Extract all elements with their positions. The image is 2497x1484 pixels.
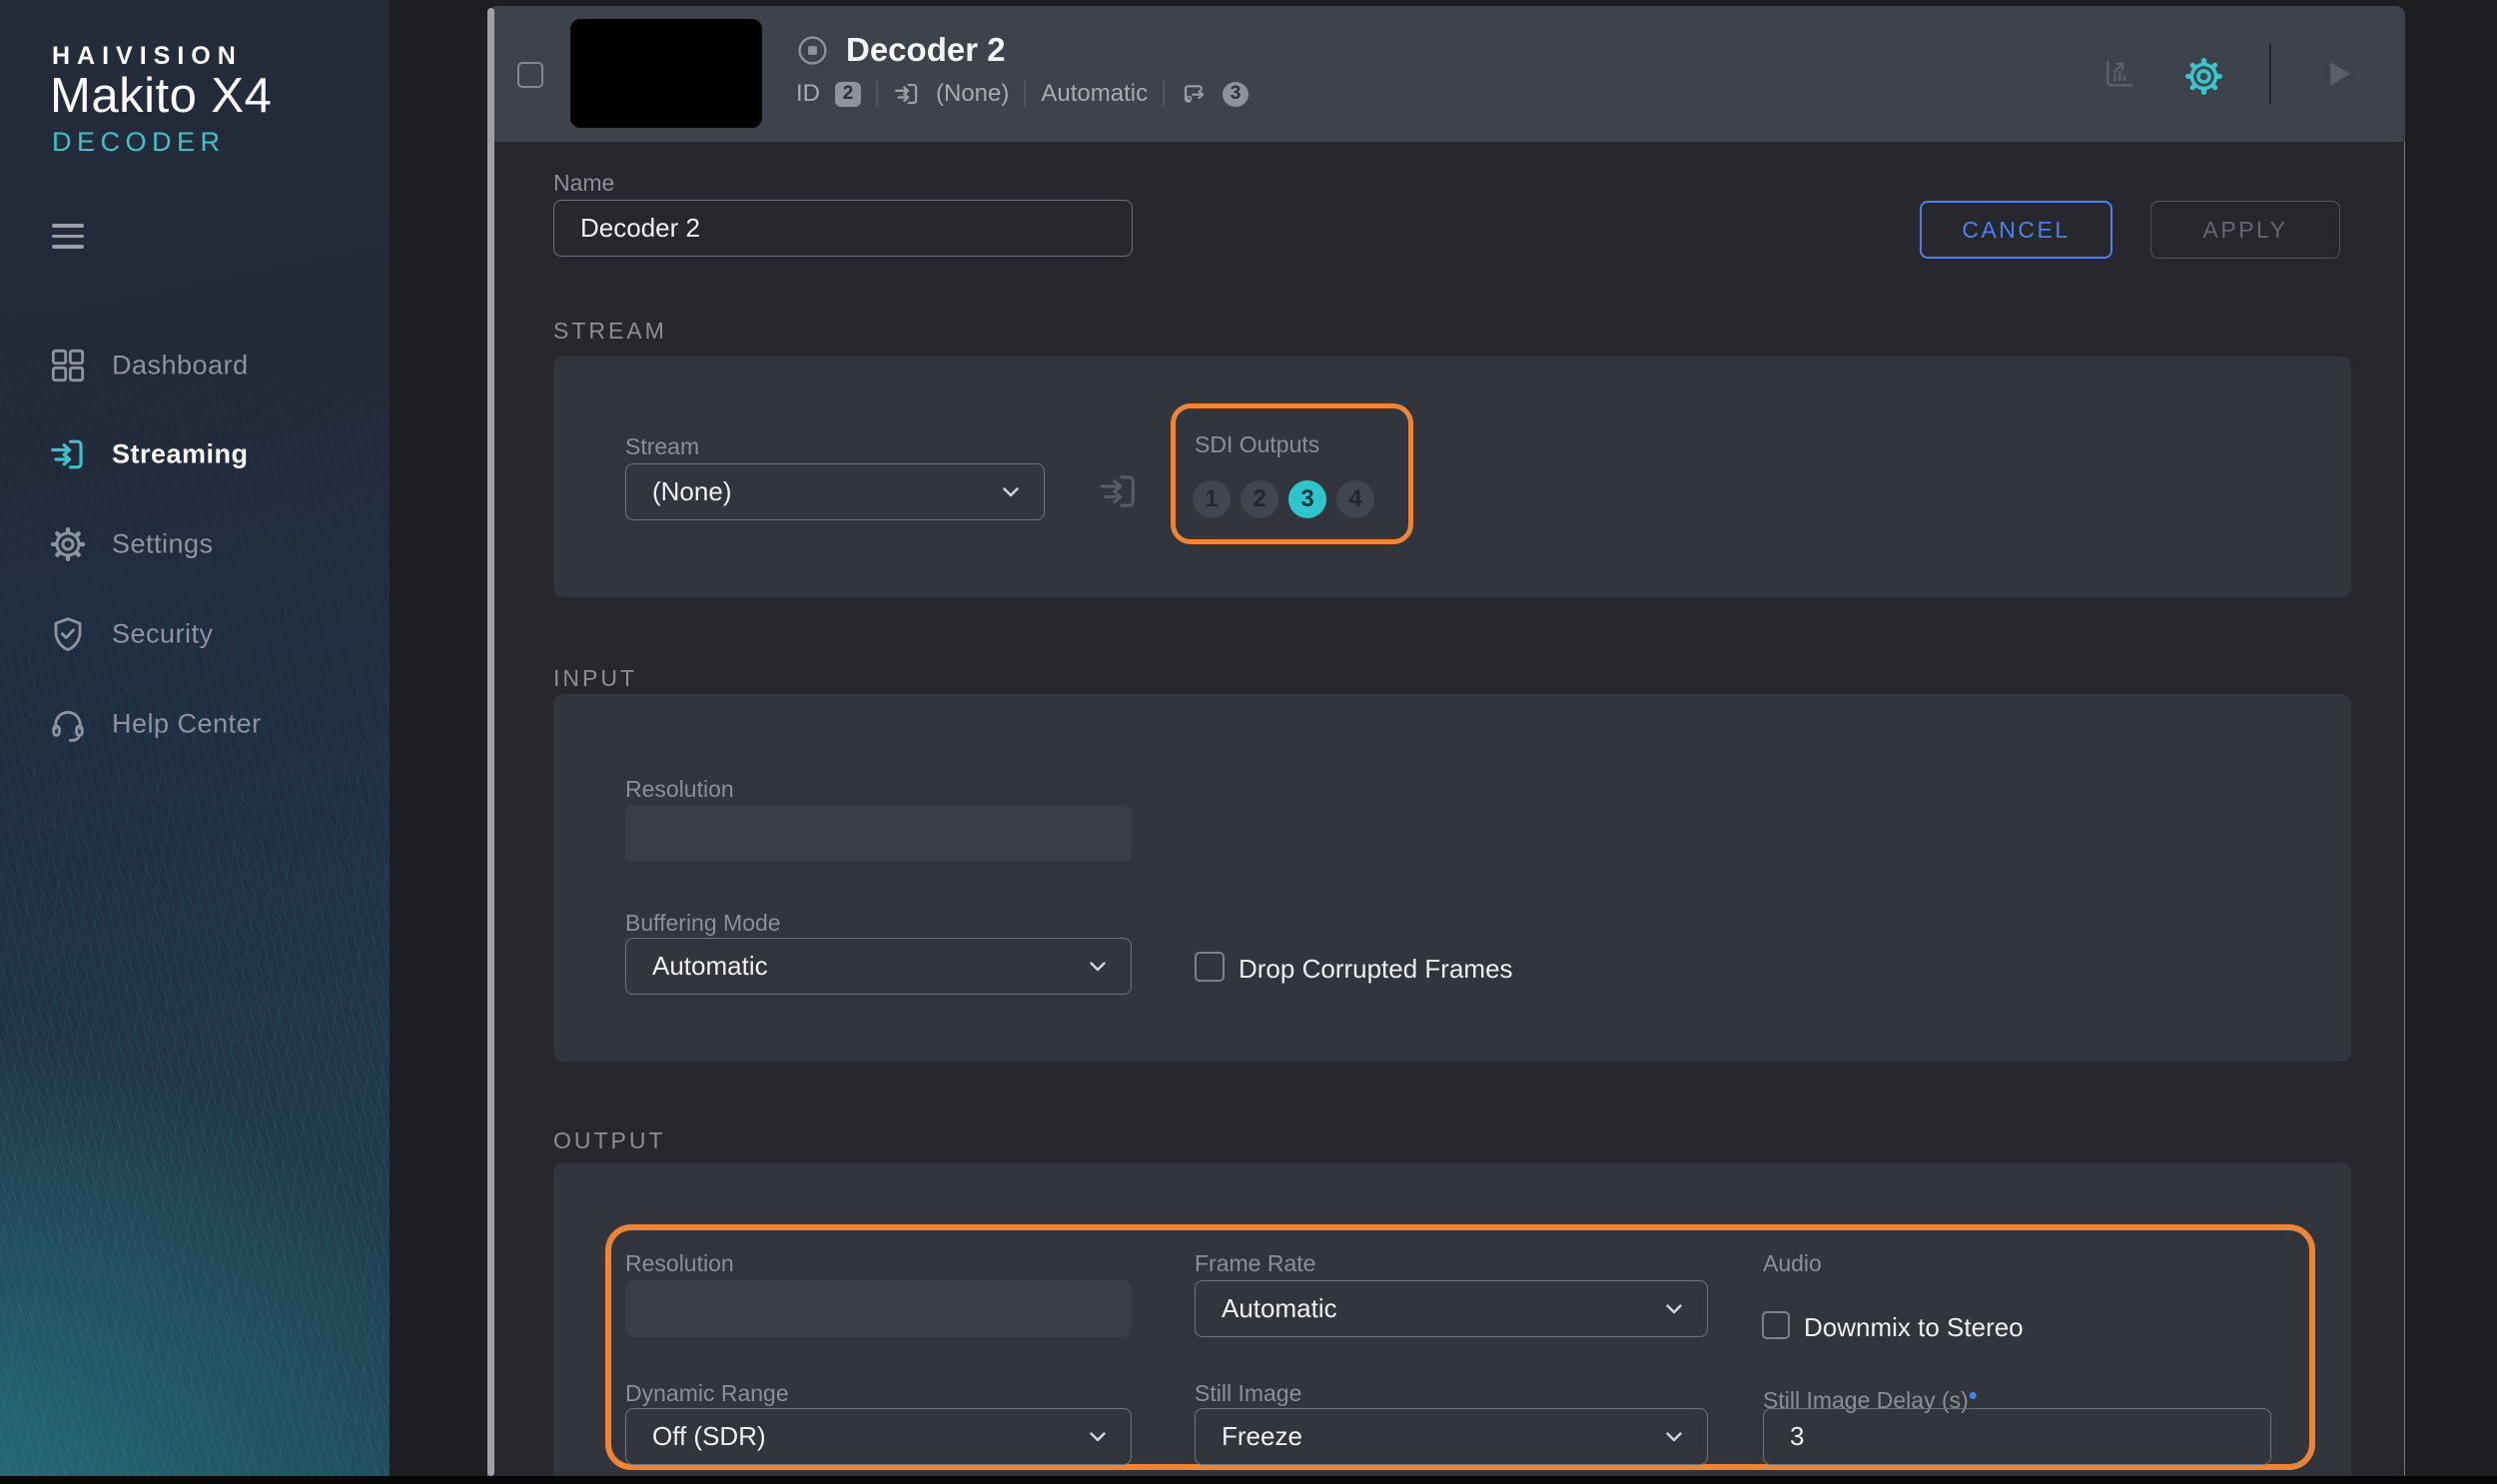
id-label: ID	[796, 80, 820, 107]
buffering-mode-label: Buffering Mode	[625, 910, 781, 936]
sdi-output-circle[interactable]: 3	[1288, 480, 1326, 518]
drop-corrupted-frames-label: Drop Corrupted Frames	[1239, 954, 1513, 984]
dynamic-range-dropdown[interactable]: Off (SDR)	[625, 1408, 1132, 1465]
still-image-delay-input[interactable]	[1763, 1408, 2271, 1465]
downmix-to-stereo-label: Downmix to Stereo	[1804, 1312, 2024, 1342]
id-badge: 2	[835, 81, 861, 107]
sdi-output-circle[interactable]: 2	[1241, 480, 1278, 518]
dynamic-range-value: Off (SDR)	[652, 1421, 766, 1451]
device-mode-label: DECODER	[52, 127, 226, 157]
drop-corrupted-frames-checkbox[interactable]	[1195, 952, 1225, 982]
sidebar-item-label: Security	[112, 618, 214, 649]
required-marker: •	[1968, 1380, 1978, 1410]
sdi-output-meta-icon	[1180, 80, 1208, 108]
sidebar-item-settings[interactable]: Settings	[0, 499, 390, 589]
bottom-strip	[0, 1476, 2497, 1484]
audio-label: Audio	[1763, 1250, 1822, 1276]
dashboard-icon	[48, 346, 88, 385]
sdi-output-circle[interactable]: 1	[1193, 480, 1231, 518]
name-input[interactable]	[553, 200, 1133, 257]
output-resolution-label: Resolution	[625, 1250, 734, 1276]
input-resolution-field	[625, 805, 1132, 862]
makito-x4-decoder-page: HAIVISION Makito X4 DECODER Dashboard St…	[0, 0, 2497, 1484]
stream-meta-value: (None)	[936, 80, 1010, 107]
meta-divider	[1024, 81, 1027, 107]
sidebar-item-streaming[interactable]: Streaming	[0, 409, 390, 499]
hamburger-menu-icon[interactable]	[52, 224, 84, 249]
header-divider	[2269, 44, 2271, 104]
downmix-to-stereo-checkbox[interactable]	[1762, 1311, 1790, 1339]
product-name: Makito X4	[50, 69, 273, 123]
sidebar-item-label: Settings	[112, 528, 214, 559]
stream-label: Stream	[625, 433, 700, 459]
still-image-dropdown[interactable]: Freeze	[1195, 1408, 1708, 1465]
mode-meta-value: Automatic	[1041, 80, 1149, 107]
output-resolution-field	[625, 1280, 1132, 1337]
frame-rate-dropdown[interactable]: Automatic	[1195, 1280, 1708, 1337]
output-section-heading: OUTPUT	[553, 1127, 666, 1153]
video-preview-thumbnail	[570, 19, 762, 128]
sidebar: HAIVISION Makito X4 DECODER Dashboard St…	[0, 0, 390, 1476]
apply-button[interactable]: APPLY	[2150, 201, 2340, 259]
chevron-down-icon	[1002, 486, 1020, 498]
cancel-button[interactable]: CANCEL	[1920, 201, 2112, 259]
decoder-select-checkbox[interactable]	[517, 62, 543, 88]
sidebar-item-label: Help Center	[112, 708, 262, 739]
panel-scrollbar[interactable]	[487, 8, 494, 1476]
chevron-down-icon	[1665, 1431, 1683, 1443]
input-card	[553, 694, 2351, 1062]
decoder-title: Decoder 2	[846, 31, 1006, 68]
sdi-outputs-label: SDI Outputs	[1195, 431, 1320, 457]
input-resolution-label: Resolution	[625, 776, 734, 802]
sdi-output-circle[interactable]: 4	[1336, 480, 1374, 518]
chevron-down-icon	[1665, 1303, 1683, 1315]
meta-divider	[1163, 81, 1166, 107]
stream-dropdown-value: (None)	[652, 476, 732, 506]
sidebar-item-label: Streaming	[112, 438, 249, 469]
still-image-label: Still Image	[1195, 1380, 1302, 1406]
still-image-value: Freeze	[1222, 1421, 1302, 1451]
stream-meta-icon	[893, 80, 921, 108]
outputs-count-badge: 3	[1223, 81, 1249, 107]
sidebar-item-security[interactable]: Security	[0, 589, 390, 679]
decoder-title-row: Decoder 2	[797, 31, 1006, 69]
buffering-mode-dropdown[interactable]: Automatic	[625, 938, 1132, 995]
streaming-icon	[48, 434, 88, 474]
chevron-down-icon	[1089, 961, 1107, 973]
settings-gear-icon	[48, 524, 88, 564]
help-center-headset-icon	[48, 704, 88, 744]
stream-link-icon	[1097, 469, 1141, 513]
security-shield-icon	[48, 614, 88, 654]
chevron-down-icon	[1089, 1431, 1107, 1443]
decoder-meta-row: ID 2 (None) Automatic 3	[796, 78, 1249, 110]
stream-dropdown[interactable]: (None)	[625, 463, 1045, 520]
statistics-chart-icon[interactable]	[2100, 55, 2138, 93]
stopped-status-icon	[797, 35, 828, 66]
sidebar-item-help-center[interactable]: Help Center	[0, 679, 390, 769]
input-section-heading: INPUT	[553, 665, 637, 691]
stream-section-heading: STREAM	[553, 318, 667, 344]
buffering-mode-value: Automatic	[652, 951, 768, 981]
decoder-settings-gear-icon[interactable]	[2182, 55, 2225, 98]
sidebar-item-dashboard[interactable]: Dashboard	[0, 321, 390, 410]
play-icon[interactable]	[2321, 55, 2355, 93]
meta-divider	[876, 81, 878, 107]
name-label: Name	[553, 170, 615, 196]
brand-logo: HAIVISION	[52, 42, 243, 70]
sidebar-item-label: Dashboard	[112, 350, 249, 380]
dynamic-range-label: Dynamic Range	[625, 1380, 789, 1406]
frame-rate-label: Frame Rate	[1195, 1250, 1316, 1276]
frame-rate-value: Automatic	[1222, 1293, 1337, 1323]
